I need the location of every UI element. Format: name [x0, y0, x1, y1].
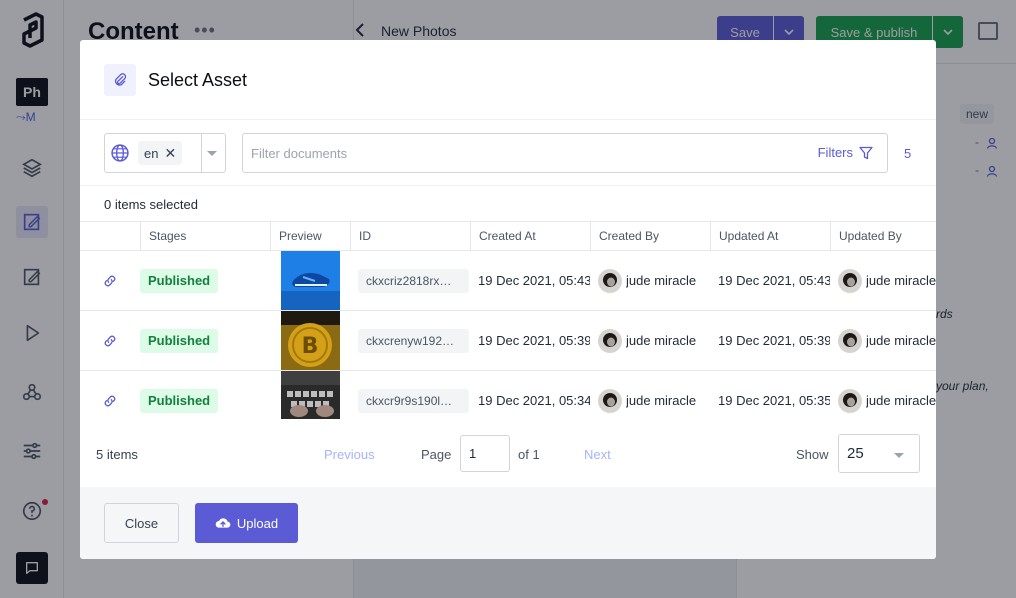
- filter-documents-input[interactable]: [251, 146, 771, 161]
- avatar: [598, 269, 622, 293]
- avatar: [838, 389, 862, 413]
- divider: [201, 134, 202, 172]
- created-at: 19 Dec 2021, 05:34: [478, 393, 590, 408]
- result-count: 5: [904, 146, 912, 161]
- updated-by: jude miracle: [866, 393, 936, 408]
- globe-icon: [111, 144, 129, 162]
- asset-id[interactable]: ckxcr9r9s190l…: [358, 389, 469, 413]
- updated-at: 19 Dec 2021, 05:39: [718, 333, 830, 348]
- funnel-icon: [859, 146, 873, 159]
- updated-by: jude miracle: [866, 333, 936, 348]
- table-row[interactable]: Published ckxcriz2818rx… 19 Dec 2021, 05…: [80, 251, 936, 311]
- table-row[interactable]: Published ckxcr9r9s190l… 19 Dec 2021, 05…: [80, 371, 936, 419]
- remove-locale-icon[interactable]: ✕: [164, 145, 176, 162]
- link-icon[interactable]: [102, 273, 118, 289]
- column-header-id[interactable]: ID: [350, 222, 470, 251]
- pagination-bar: 5 items Previous Page of 1 Next Show 25: [80, 419, 936, 487]
- avatar: [598, 329, 622, 353]
- column-header-preview[interactable]: Preview: [270, 222, 350, 251]
- avatar: [598, 389, 622, 413]
- filters-button[interactable]: Filters: [818, 145, 873, 160]
- chevron-down-icon: [894, 453, 904, 458]
- column-header-created-at[interactable]: Created At: [470, 222, 590, 251]
- dialog-header: Select Asset: [80, 40, 936, 120]
- page-size-select[interactable]: 25: [838, 434, 920, 473]
- updated-by: jude miracle: [866, 273, 936, 288]
- items-count: 5 items: [96, 447, 138, 462]
- status-badge: Published: [140, 329, 219, 353]
- page-number-input[interactable]: [460, 435, 510, 472]
- table-row[interactable]: Published B ckxcrenyw192… 19 Dec 2021, 0…: [80, 311, 936, 371]
- updated-at: 19 Dec 2021, 05:43: [718, 273, 830, 288]
- cloud-upload-icon: [215, 518, 231, 528]
- column-header-updated-at[interactable]: Updated At: [710, 222, 830, 251]
- created-by: jude miracle: [626, 393, 697, 408]
- created-at: 19 Dec 2021, 05:39: [478, 333, 590, 348]
- status-badge: Published: [140, 389, 219, 413]
- table-header: Stages Preview ID Created At Created By …: [80, 221, 936, 251]
- dialog-footer: Close Upload: [80, 487, 936, 559]
- updated-at: 19 Dec 2021, 05:35: [718, 393, 830, 408]
- column-header-updated-by[interactable]: Updated By: [830, 222, 936, 251]
- svg-text:B: B: [302, 334, 319, 359]
- link-icon[interactable]: [102, 333, 118, 349]
- asset-preview-bitcoin-coin[interactable]: B: [281, 311, 340, 370]
- page-size-value: 25: [847, 445, 864, 462]
- page-total: of 1: [518, 447, 540, 462]
- page-label: Page: [421, 447, 452, 462]
- column-header-created-by[interactable]: Created By: [590, 222, 710, 251]
- link-icon[interactable]: [102, 393, 118, 409]
- created-at: 19 Dec 2021, 05:43: [478, 273, 590, 288]
- divider: [80, 185, 936, 186]
- page-size-label: Show: [796, 447, 829, 462]
- created-by: jude miracle: [626, 273, 697, 288]
- asset-id[interactable]: ckxcriz2818rx…: [358, 269, 469, 293]
- status-badge: Published: [140, 269, 219, 293]
- created-by: jude miracle: [626, 333, 697, 348]
- upload-button[interactable]: Upload: [195, 503, 298, 543]
- asset-preview-blue-sneaker[interactable]: [281, 251, 340, 310]
- column-header-stages[interactable]: Stages: [140, 222, 270, 251]
- locale-chip: en ✕: [138, 141, 183, 165]
- selection-status: 0 items selected: [104, 197, 198, 212]
- dialog-title: Select Asset: [148, 70, 248, 90]
- assets-table: Stages Preview ID Created At Created By …: [80, 221, 936, 419]
- filters-label: Filters: [817, 145, 853, 160]
- attachment-icon: [104, 64, 136, 96]
- asset-id[interactable]: ckxcrenyw192…: [358, 329, 469, 353]
- filter-documents-field: Filters: [242, 133, 888, 173]
- asset-preview-keyboard-hands[interactable]: [281, 371, 340, 419]
- next-page-button[interactable]: Next: [584, 447, 611, 462]
- upload-label: Upload: [236, 515, 279, 531]
- close-button[interactable]: Close: [104, 503, 179, 543]
- previous-page-button[interactable]: Previous: [324, 447, 375, 462]
- select-asset-dialog: Select Asset en ✕ Filters 5 0 items sele…: [80, 40, 936, 559]
- locale-select[interactable]: en ✕: [104, 133, 226, 173]
- chevron-down-icon[interactable]: [206, 147, 218, 159]
- avatar: [838, 269, 862, 293]
- avatar: [838, 329, 862, 353]
- locale-chip-label: en: [144, 145, 159, 161]
